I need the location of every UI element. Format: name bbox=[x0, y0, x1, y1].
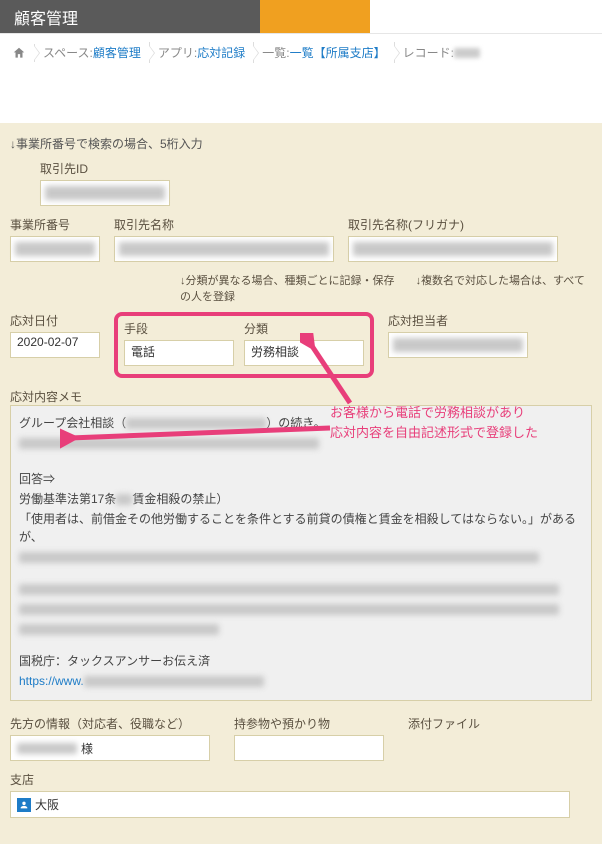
office-no-input[interactable] bbox=[10, 236, 100, 262]
branch-value: 大阪 bbox=[35, 796, 59, 813]
app-header: 顧客管理 bbox=[0, 0, 602, 34]
memo-label: 応対内容メモ bbox=[10, 388, 592, 405]
user-icon bbox=[17, 798, 31, 812]
breadcrumb-record: レコード: bbox=[395, 42, 488, 63]
person-input[interactable] bbox=[388, 332, 528, 358]
breadcrumb-record-value bbox=[454, 48, 480, 58]
category-input[interactable]: 労務相談 bbox=[244, 340, 364, 366]
method-input[interactable]: 電話 bbox=[124, 340, 234, 366]
app-title: 顧客管理 bbox=[0, 0, 260, 33]
search-note: ↓事業所番号で検索の場合、5桁入力 bbox=[10, 135, 592, 152]
office-no-label: 事業所番号 bbox=[10, 216, 100, 233]
highlight-box: 手段 電話 分類 労務相談 bbox=[114, 312, 374, 378]
belongings-input[interactable] bbox=[234, 735, 384, 761]
belongings-label: 持参物や預かり物 bbox=[234, 715, 394, 732]
partner-id-input[interactable] bbox=[40, 180, 170, 206]
other-info-label: 先方の情報（対応者、役職など） bbox=[10, 715, 220, 732]
memo-link[interactable]: https://www. bbox=[19, 674, 84, 688]
category-label: 分類 bbox=[244, 320, 364, 337]
date-input[interactable]: 2020-02-07 bbox=[10, 332, 100, 358]
partner-kana-input[interactable] bbox=[348, 236, 558, 262]
helper-text: ↓分類が異なる場合、種類ごとに記録・保存 ↓複数名で対応した場合は、すべての人を… bbox=[180, 272, 592, 304]
other-info-input[interactable]: 様 bbox=[10, 735, 210, 761]
partner-name-label: 取引先名称 bbox=[114, 216, 334, 233]
branch-label: 支店 bbox=[10, 771, 570, 788]
attachment-area[interactable] bbox=[408, 735, 480, 761]
breadcrumb-list[interactable]: 一覧: 一覧【所属支店】 bbox=[254, 42, 394, 63]
date-label: 応対日付 bbox=[10, 312, 100, 329]
memo-textarea[interactable]: グループ会社相談（）の続き。 回答⇒ 労働基準法第17条賃金相殺の禁止） 「使用… bbox=[10, 405, 592, 701]
breadcrumb-space[interactable]: スペース: 顧客管理 bbox=[35, 42, 150, 63]
home-icon bbox=[12, 46, 26, 60]
header-accent bbox=[260, 0, 370, 33]
breadcrumb-app[interactable]: アプリ: 応対記録 bbox=[150, 42, 254, 63]
branch-select[interactable]: 大阪 bbox=[10, 791, 570, 818]
person-label: 応対担当者 bbox=[388, 312, 528, 329]
partner-kana-label: 取引先名称(フリガナ) bbox=[348, 216, 558, 233]
partner-id-label: 取引先ID bbox=[40, 160, 170, 177]
method-label: 手段 bbox=[124, 320, 234, 337]
breadcrumb-home[interactable] bbox=[4, 44, 35, 62]
partner-name-input[interactable] bbox=[114, 236, 334, 262]
attachment-label: 添付ファイル bbox=[408, 715, 480, 732]
breadcrumb: スペース: 顧客管理 アプリ: 応対記録 一覧: 一覧【所属支店】 レコード: bbox=[0, 34, 602, 73]
record-form: ↓事業所番号で検索の場合、5桁入力 取引先ID 事業所番号 取引先名称 取引先名… bbox=[0, 123, 602, 844]
